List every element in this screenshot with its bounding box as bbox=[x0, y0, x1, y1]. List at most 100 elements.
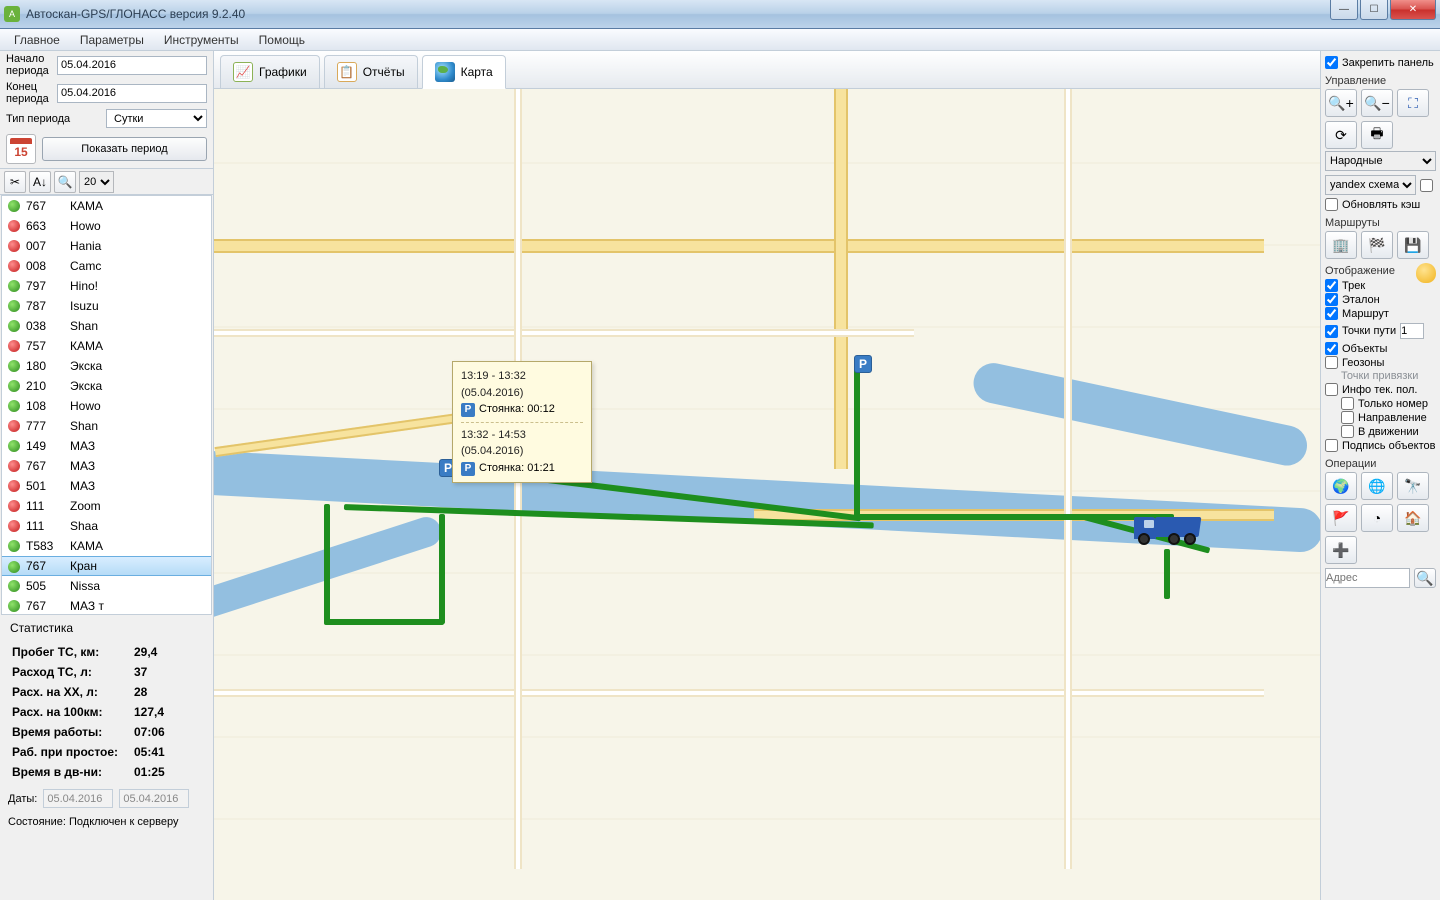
track-check[interactable]: Трек bbox=[1325, 279, 1416, 292]
route-save-icon[interactable]: 💾 bbox=[1397, 231, 1429, 259]
op-btn-2[interactable]: 🌐 bbox=[1361, 472, 1393, 500]
period-type-select[interactable]: Сутки bbox=[106, 109, 207, 128]
layer-group-select[interactable]: Народные bbox=[1325, 151, 1436, 171]
status-dot bbox=[8, 360, 20, 372]
period-end-input[interactable] bbox=[57, 84, 207, 103]
address-input[interactable] bbox=[1325, 568, 1410, 588]
tool-zoom-icon[interactable]: 🔍 bbox=[54, 171, 76, 193]
status-dot bbox=[8, 380, 20, 392]
only-number-check[interactable]: Только номер bbox=[1325, 397, 1436, 410]
statistics: Статистика Пробег ТС, км:29,4Расход ТС, … bbox=[0, 615, 213, 785]
vehicle-row[interactable]: 757КАМА bbox=[2, 336, 211, 356]
tooltip-time-2: 13:32 - 14:53 (05.04.2016) bbox=[461, 427, 583, 460]
etalon-check[interactable]: Эталон bbox=[1325, 293, 1436, 306]
vehicle-row[interactable]: 767МАЗ т bbox=[2, 596, 211, 615]
tab-graphs[interactable]: 📈Графики bbox=[220, 55, 320, 88]
tool-wrench-icon[interactable]: ✂ bbox=[4, 171, 26, 193]
print-icon[interactable]: 🖶 bbox=[1361, 121, 1393, 149]
route-check[interactable]: Маршрут bbox=[1325, 307, 1436, 320]
vehicle-row[interactable]: 767МАЗ bbox=[2, 456, 211, 476]
vehicle-row[interactable]: 180Экска bbox=[2, 356, 211, 376]
tooltip-text-2: Стоянка: 01:21 bbox=[479, 462, 555, 474]
cur-info-check[interactable]: Инфо тек. пол. bbox=[1325, 383, 1436, 396]
titlebar: A Автоскан-GPS/ГЛОНАСС версия 9.2.40 — ☐… bbox=[0, 0, 1440, 29]
anchor-points-check: Точки привязки bbox=[1325, 370, 1436, 382]
tool-sort-icon[interactable]: A↓ bbox=[29, 171, 51, 193]
op-btn-6[interactable]: 🏠 bbox=[1397, 504, 1429, 532]
stat-value: 28 bbox=[134, 683, 165, 701]
stat-key: Расх. на ХХ, л: bbox=[12, 683, 132, 701]
zoom-in-icon[interactable]: 🔍+ bbox=[1325, 89, 1357, 117]
locate-icon[interactable]: ⟳ bbox=[1325, 121, 1357, 149]
tab-map[interactable]: Карта bbox=[422, 55, 506, 89]
op-btn-3[interactable]: 🔭 bbox=[1397, 472, 1429, 500]
vehicle-row[interactable]: 007Hania bbox=[2, 236, 211, 256]
vehicle-row[interactable]: 767Кран bbox=[2, 556, 211, 576]
hint-icon[interactable] bbox=[1416, 263, 1436, 283]
road bbox=[834, 89, 848, 469]
route-btn-1[interactable]: 🏢 bbox=[1325, 231, 1357, 259]
track-segment bbox=[1164, 549, 1170, 599]
maximize-button[interactable]: ☐ bbox=[1360, 0, 1388, 20]
vehicle-row[interactable]: 038Shan bbox=[2, 316, 211, 336]
direction-check[interactable]: Направление bbox=[1325, 411, 1436, 424]
op-btn-4[interactable]: 🚩 bbox=[1325, 504, 1357, 532]
obj-labels-check[interactable]: Подпись объектов bbox=[1325, 439, 1436, 452]
tile-provider-select[interactable]: yandex схема bbox=[1325, 175, 1416, 195]
moving-check[interactable]: В движении bbox=[1325, 425, 1436, 438]
vehicle-row[interactable]: 149МАЗ bbox=[2, 436, 211, 456]
vehicle-name: КАМА bbox=[70, 539, 103, 553]
show-period-button[interactable]: Показать период bbox=[42, 137, 207, 161]
vehicle-row[interactable]: Т583КАМА bbox=[2, 536, 211, 556]
vehicle-row[interactable]: 663Howo bbox=[2, 216, 211, 236]
vehicle-row[interactable]: 111Zoom bbox=[2, 496, 211, 516]
route-btn-2[interactable]: 🏁 bbox=[1361, 231, 1393, 259]
vehicle-icon[interactable] bbox=[1134, 509, 1204, 545]
tile-extra-check[interactable] bbox=[1420, 179, 1433, 192]
vehicle-row[interactable]: 008Camc bbox=[2, 256, 211, 276]
section-ops: Операции bbox=[1325, 458, 1436, 470]
vehicle-name: Zoom bbox=[70, 499, 101, 513]
pin-panel-check[interactable]: Закрепить панель bbox=[1325, 56, 1436, 69]
vehicle-row[interactable]: 767КАМА bbox=[2, 196, 211, 216]
tooltip-text-1: Стоянка: 00:12 bbox=[479, 403, 555, 415]
objects-check[interactable]: Объекты bbox=[1325, 342, 1436, 355]
vehicle-list[interactable]: 767КАМА663Howo007Hania008Camc797Hino!787… bbox=[1, 195, 212, 615]
vehicle-name: МАЗ bbox=[70, 479, 95, 493]
vehicle-row[interactable]: 777Shan bbox=[2, 416, 211, 436]
vehicle-row[interactable]: 210Экска bbox=[2, 376, 211, 396]
status-dot bbox=[8, 220, 20, 232]
vehicle-number: 787 bbox=[26, 299, 70, 313]
close-button[interactable]: ✕ bbox=[1390, 0, 1436, 20]
calendar-icon[interactable]: 15 bbox=[6, 134, 36, 164]
menu-help[interactable]: Помощь bbox=[249, 30, 315, 50]
waypoints-check[interactable]: Точки пути bbox=[1325, 325, 1396, 338]
address-search-icon[interactable]: 🔍 bbox=[1414, 568, 1436, 588]
stat-value: 01:25 bbox=[134, 763, 165, 781]
period-start-input[interactable] bbox=[57, 56, 207, 75]
vehicle-name: Shaa bbox=[70, 519, 98, 533]
vehicle-row[interactable]: 501МАЗ bbox=[2, 476, 211, 496]
waypoints-count[interactable] bbox=[1400, 323, 1424, 339]
menu-tools[interactable]: Инструменты bbox=[154, 30, 249, 50]
refresh-cache-check[interactable]: Обновлять кэш bbox=[1325, 198, 1436, 211]
zoom-level-select[interactable]: 20 bbox=[79, 171, 114, 193]
parking-marker[interactable]: P bbox=[854, 355, 872, 373]
fullscreen-icon[interactable]: ⛶ bbox=[1397, 89, 1429, 117]
vehicle-row[interactable]: 111Shaa bbox=[2, 516, 211, 536]
vehicle-row[interactable]: 505Nissa bbox=[2, 576, 211, 596]
geozones-check[interactable]: Геозоны bbox=[1325, 356, 1436, 369]
op-btn-5[interactable]: ◔ bbox=[1361, 504, 1393, 532]
vehicle-row[interactable]: 787Isuzu bbox=[2, 296, 211, 316]
op-btn-1[interactable]: 🌍 bbox=[1325, 472, 1357, 500]
map-canvas[interactable]: P P 13:19 - 13:32 (05.04.2016) PСтоянка:… bbox=[214, 89, 1320, 900]
vehicle-row[interactable]: 108Howo bbox=[2, 396, 211, 416]
vehicle-name: Hino! bbox=[70, 279, 98, 293]
menu-main[interactable]: Главное bbox=[4, 30, 70, 50]
minimize-button[interactable]: — bbox=[1330, 0, 1358, 20]
vehicle-row[interactable]: 797Hino! bbox=[2, 276, 211, 296]
zoom-out-icon[interactable]: 🔍− bbox=[1361, 89, 1393, 117]
menu-params[interactable]: Параметры bbox=[70, 30, 154, 50]
op-btn-7[interactable]: ➕ bbox=[1325, 536, 1357, 564]
tab-reports[interactable]: 📋Отчёты bbox=[324, 55, 418, 88]
